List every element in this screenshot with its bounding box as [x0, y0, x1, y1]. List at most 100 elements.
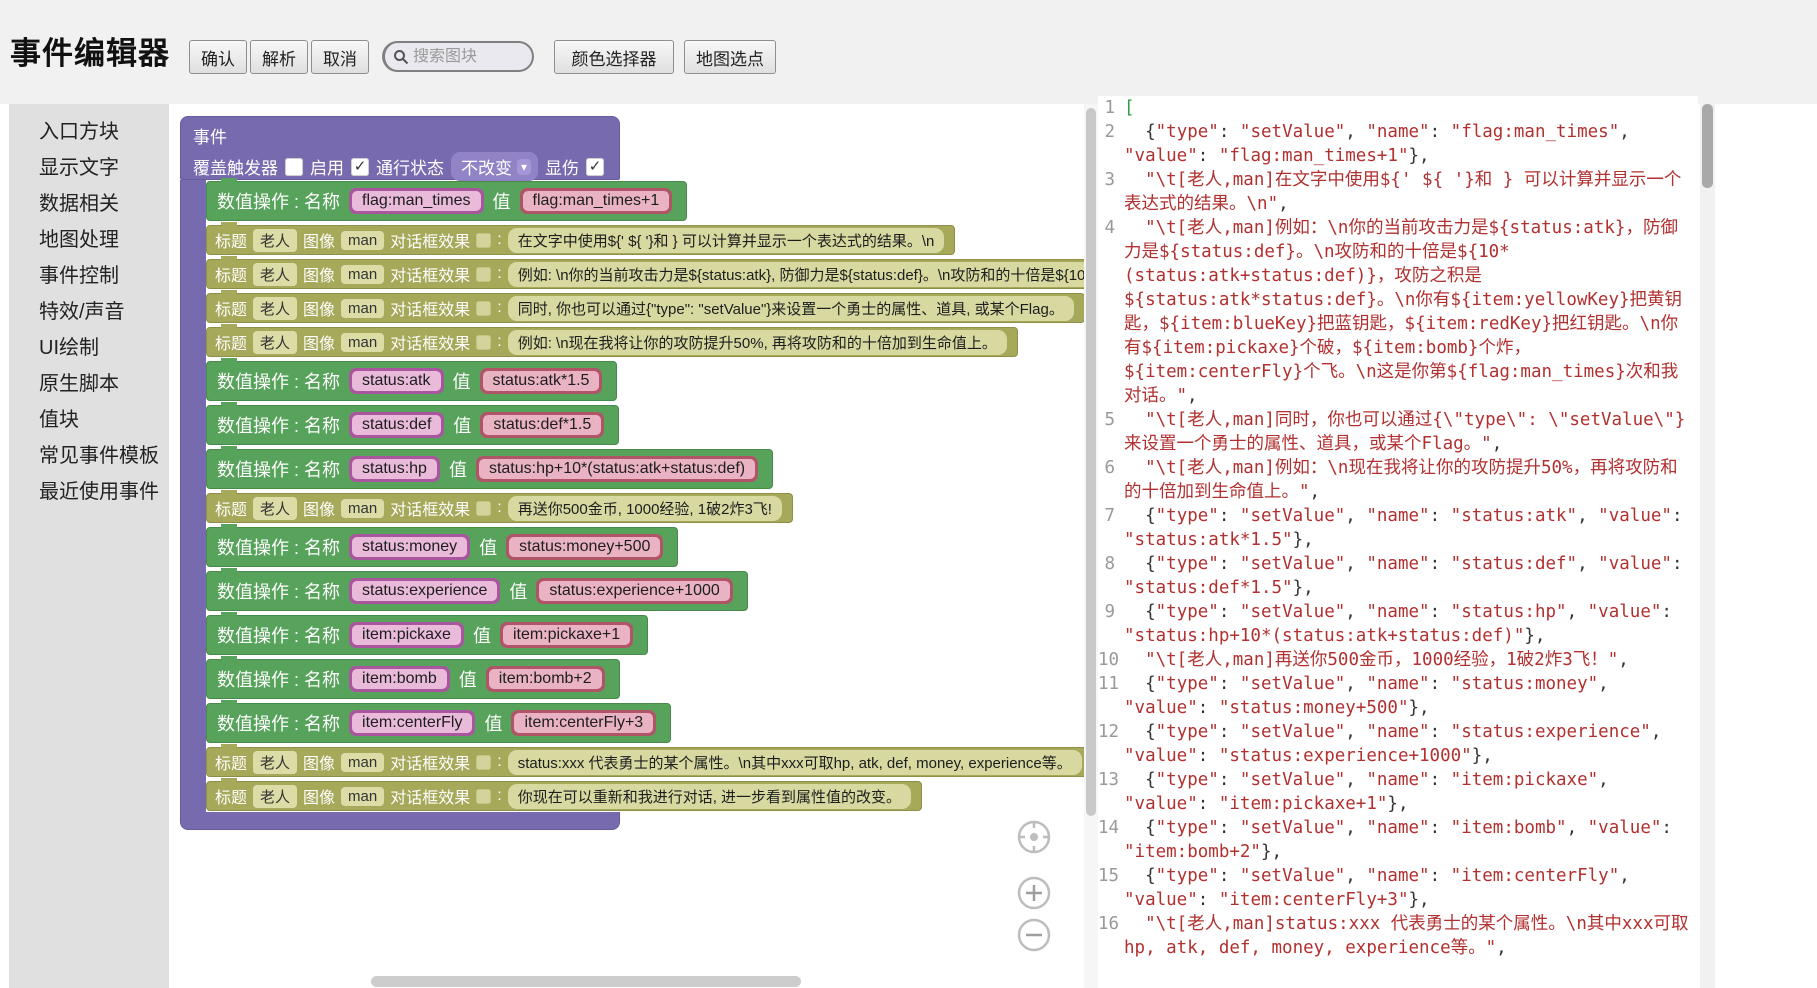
title-chip[interactable]: 老人 [253, 751, 297, 774]
effect-slot[interactable] [476, 335, 491, 350]
title-chip[interactable]: 老人 [253, 297, 297, 320]
sidebar-item-1[interactable]: 入口方块 [9, 114, 169, 150]
dialogue-block[interactable]: 标题 老人 图像 man 对话框效果 : status:xxx 代表勇士的某个属… [206, 747, 1084, 777]
title-chip[interactable]: 老人 [253, 785, 297, 808]
value-slot[interactable]: flag:man_times+1 [520, 188, 673, 214]
enable-checkbox[interactable]: ✓ [351, 158, 369, 176]
parse-button[interactable]: 解析 [250, 40, 308, 74]
dialogue-block[interactable]: 标题 老人 图像 man 对话框效果 : 同时, 你也可以通过{"type": … [206, 293, 1084, 323]
effect-slot[interactable] [476, 233, 491, 248]
value-slot[interactable]: status:money+500 [506, 534, 663, 560]
override-checkbox[interactable] [285, 158, 303, 176]
block-search-box[interactable] [382, 41, 534, 72]
value-slot[interactable]: item:centerFly+3 [511, 710, 656, 736]
value-slot[interactable]: status:experience+1000 [536, 578, 732, 604]
event-container-block[interactable]: 事件 覆盖触发器 启用 ✓ 通行状态 不改变 ▾ 显伤 ✓ [180, 116, 620, 180]
dialogue-text-field[interactable]: 例如: \n现在我将让你的攻防提升50%, 再将攻防和的十倍加到生命值上。 [508, 330, 1007, 355]
image-chip[interactable]: man [341, 299, 384, 318]
value-slot[interactable]: status:atk*1.5 [480, 368, 603, 394]
effect-slot[interactable] [476, 501, 491, 516]
setvalue-block[interactable]: 数值操作 : 名称 status:def 值 status:def*1.5 [206, 405, 619, 445]
image-chip[interactable]: man [341, 787, 384, 806]
name-slot[interactable]: status:def [349, 412, 444, 438]
cancel-button[interactable]: 取消 [311, 40, 369, 74]
sidebar-item-10[interactable]: 常见事件模板 [9, 438, 169, 474]
image-chip[interactable]: man [341, 231, 384, 250]
image-chip[interactable]: man [341, 753, 384, 772]
sidebar-item-7[interactable]: UI绘制 [9, 330, 169, 366]
value-slot[interactable]: item:pickaxe+1 [500, 622, 633, 648]
sidebar-item-6[interactable]: 特效/声音 [9, 294, 169, 330]
sidebar-item-4[interactable]: 地图处理 [9, 222, 169, 258]
name-slot[interactable]: status:money [349, 534, 470, 560]
sidebar-item-2[interactable]: 显示文字 [9, 150, 169, 186]
pass-state-dropdown[interactable]: 不改变 ▾ [451, 152, 538, 181]
name-slot[interactable]: flag:man_times [349, 188, 484, 214]
zoom-in-button[interactable] [1015, 874, 1053, 912]
setvalue-block[interactable]: 数值操作 : 名称 item:bomb 值 item:bomb+2 [206, 659, 620, 699]
dialogue-text-field[interactable]: 同时, 你也可以通过{"type": "setValue"}来设置一个勇士的属性… [508, 296, 1074, 321]
effect-slot[interactable] [476, 789, 491, 804]
dialogue-text-field[interactable]: 在文字中使用${' ${ '}和 } 可以计算并显示一个表达式的结果。\n [508, 228, 945, 253]
dialogue-block[interactable]: 标题 老人 图像 man 对话框效果 : 你现在可以重新和我进行对话, 进一步看… [206, 781, 922, 811]
effect-slot[interactable] [476, 301, 491, 316]
line-number: 3 [1098, 168, 1124, 216]
dialogue-block[interactable]: 标题 老人 图像 man 对话框效果 : 例如: \n现在我将让你的攻防提升50… [206, 327, 1018, 357]
setvalue-block[interactable]: 数值操作 : 名称 status:atk 值 status:atk*1.5 [206, 361, 617, 401]
setvalue-block[interactable]: 数值操作 : 名称 item:centerFly 值 item:centerFl… [206, 703, 671, 743]
dialogue-block[interactable]: 标题 老人 图像 man 对话框效果 : 例如: \n你的当前攻击力是${sta… [206, 259, 1084, 289]
image-chip[interactable]: man [341, 499, 384, 518]
sidebar-item-3[interactable]: 数据相关 [9, 186, 169, 222]
sidebar-item-11[interactable]: 最近使用事件 [9, 474, 169, 510]
search-input[interactable] [413, 48, 524, 66]
name-slot[interactable]: status:hp [349, 456, 440, 482]
title-chip[interactable]: 老人 [253, 229, 297, 252]
dialogue-text-field[interactable]: 例如: \n你的当前攻击力是${status:atk}, 防御力是${statu… [508, 262, 1084, 287]
sidebar-item-5[interactable]: 事件控制 [9, 258, 169, 294]
value-slot[interactable]: status:hp+10*(status:atk+status:def) [476, 456, 758, 482]
image-chip[interactable]: man [341, 333, 384, 352]
dialogue-text-field[interactable]: 再送你500金币, 1000经验, 1破2炸3飞! [508, 496, 782, 521]
zoom-out-button[interactable] [1015, 916, 1053, 954]
workspace-vertical-scrollbar[interactable] [1086, 108, 1096, 816]
sidebar-item-8[interactable]: 原生脚本 [9, 366, 169, 402]
map-pick-button[interactable]: 地图选点 [684, 40, 776, 74]
value-label: 值 [484, 710, 502, 736]
setvalue-block[interactable]: 数值操作 : 名称 status:hp 值 status:hp+10*(stat… [206, 449, 773, 489]
setvalue-block[interactable]: 数值操作 : 名称 status:experience 值 status:exp… [206, 571, 748, 611]
setvalue-block[interactable]: 数值操作 : 名称 status:money 值 status:money+50… [206, 527, 678, 567]
json-code-editor[interactable]: 1 [ 2 {"type": "setValue", "name": "flag… [1098, 96, 1698, 988]
dialogue-block[interactable]: 标题 老人 图像 man 对话框效果 : 在文字中使用${' ${ '}和 } … [206, 225, 955, 255]
setvalue-block[interactable]: 数值操作 : 名称 flag:man_times 值 flag:man_time… [206, 181, 687, 221]
name-slot[interactable]: status:atk [349, 368, 443, 394]
image-chip[interactable]: man [341, 265, 384, 284]
name-slot[interactable]: item:centerFly [349, 710, 475, 736]
color-picker-button[interactable]: 颜色选择器 [554, 40, 674, 74]
name-slot[interactable]: item:pickaxe [349, 622, 464, 648]
value-slot[interactable]: status:def*1.5 [480, 412, 604, 438]
damage-checkbox[interactable]: ✓ [586, 158, 604, 176]
dialogue-block[interactable]: 标题 老人 图像 man 对话框效果 : 再送你500金币, 1000经验, 1… [206, 493, 793, 523]
dialogue-text-field[interactable]: 你现在可以重新和我进行对话, 进一步看到属性值的改变。 [508, 784, 911, 809]
title-chip[interactable]: 老人 [253, 331, 297, 354]
sidebar-item-9[interactable]: 值块 [9, 402, 169, 438]
value-label: 值 [479, 534, 497, 560]
name-slot[interactable]: item:bomb [349, 666, 450, 692]
blockly-workspace[interactable]: 事件 覆盖触发器 启用 ✓ 通行状态 不改变 ▾ 显伤 ✓ 数值操作 : 名称 … [169, 104, 1084, 988]
name-value: status:money [352, 537, 467, 557]
title-chip[interactable]: 老人 [253, 263, 297, 286]
image-label: 图像 [303, 330, 335, 354]
code-scrollbar[interactable] [1702, 104, 1713, 188]
value-slot[interactable]: item:bomb+2 [486, 666, 605, 692]
confirm-button[interactable]: 确认 [189, 40, 247, 74]
effect-slot[interactable] [476, 755, 491, 770]
zoom-reset-button[interactable] [1015, 818, 1053, 856]
effect-slot[interactable] [476, 267, 491, 282]
title-chip[interactable]: 老人 [253, 497, 297, 520]
code-line: 10 "\t[老人,man]再送你500金币，1000经验，1破2炸3飞！", [1098, 648, 1698, 672]
setvalue-block[interactable]: 数值操作 : 名称 item:pickaxe 值 item:pickaxe+1 [206, 615, 648, 655]
dialogue-text-field[interactable]: status:xxx 代表勇士的某个属性。\n其中xxx可取hp, atk, d… [508, 750, 1082, 775]
line-number: 2 [1098, 120, 1124, 168]
name-slot[interactable]: status:experience [349, 578, 500, 604]
workspace-horizontal-scrollbar[interactable] [371, 976, 801, 987]
